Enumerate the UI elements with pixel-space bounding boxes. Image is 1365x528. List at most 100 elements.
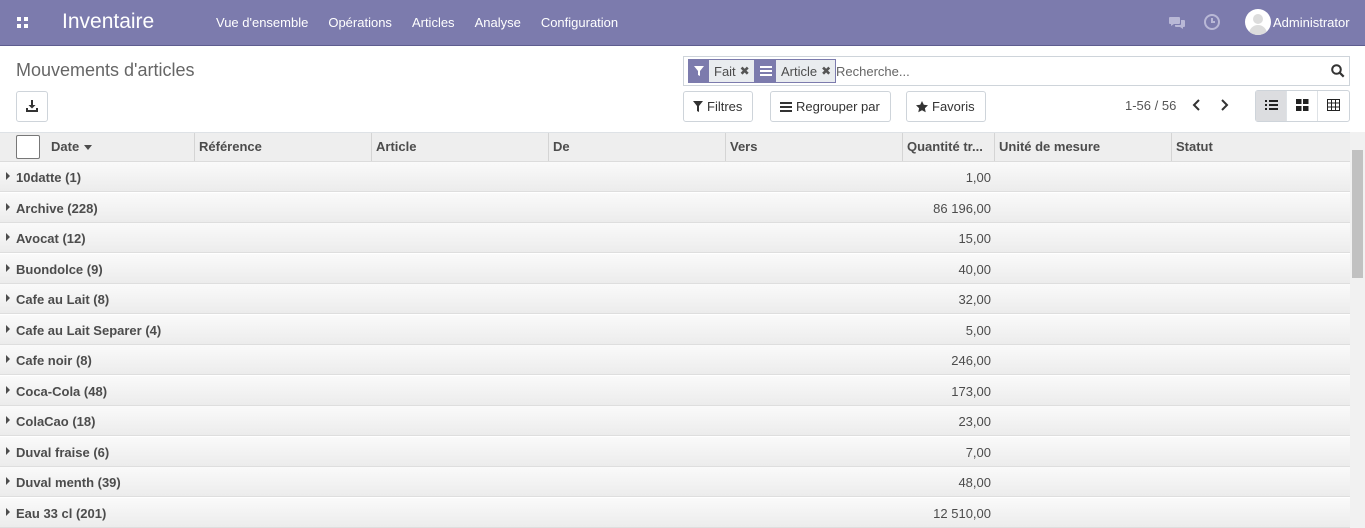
apps-icon[interactable]	[14, 14, 32, 32]
group-by-icon	[756, 60, 776, 82]
group-name: Cafe au Lait Separer (4)	[16, 323, 162, 338]
menu-item-analysis[interactable]: Analyse	[465, 0, 531, 46]
group-row[interactable]: Avocat (12) 15,00	[0, 223, 1350, 253]
search-icon[interactable]	[1331, 64, 1345, 78]
menu-item-operations[interactable]: Opérations	[318, 0, 402, 46]
filters-button[interactable]: Filtres	[683, 91, 754, 122]
group-by-label: Regrouper par	[796, 99, 880, 114]
group-row[interactable]: Eau 33 cl (201) 12 510,00	[0, 498, 1350, 528]
download-icon	[26, 100, 38, 112]
bars-icon	[780, 101, 792, 112]
caret-right-icon	[6, 416, 10, 424]
group-name: Eau 33 cl (201)	[16, 506, 107, 521]
kanban-icon	[1296, 99, 1309, 111]
group-row[interactable]: 10datte (1) 1,00	[0, 162, 1350, 192]
group-quantity: 48,00	[958, 475, 991, 490]
favorites-button[interactable]: Favoris	[906, 91, 986, 122]
facet-groupby-remove-icon[interactable]: ✖	[821, 64, 835, 78]
table-header: Date Référence Article De Vers Quantité …	[0, 133, 1350, 162]
group-name: Cafe au Lait (8)	[16, 292, 110, 307]
group-quantity: 40,00	[958, 262, 991, 277]
column-date-label: Date	[51, 139, 80, 154]
scrollbar-thumb[interactable]	[1352, 150, 1363, 278]
group-quantity: 12 510,00	[933, 506, 991, 521]
facet-filter-label: Fait	[714, 63, 736, 79]
caret-right-icon	[6, 508, 10, 516]
group-row[interactable]: Coca-Cola (48) 173,00	[0, 376, 1350, 406]
page-title: Mouvements d'articles	[16, 60, 195, 80]
column-status[interactable]: Statut	[1171, 133, 1350, 161]
group-row[interactable]: Cafe noir (8) 246,00	[0, 345, 1350, 375]
group-row[interactable]: Duval fraise (6) 7,00	[0, 437, 1350, 467]
group-quantity: 246,00	[951, 353, 991, 368]
menu-item-overview[interactable]: Vue d'ensemble	[206, 0, 318, 46]
app-title[interactable]: Inventaire	[62, 10, 154, 34]
column-unit[interactable]: Unité de mesure	[994, 133, 1171, 161]
column-reference[interactable]: Référence	[194, 133, 371, 161]
pager-value[interactable]: 1-56 / 56	[1125, 98, 1176, 113]
group-row[interactable]: ColaCao (18) 23,00	[0, 406, 1350, 436]
group-by-button[interactable]: Regrouper par	[770, 91, 891, 122]
filter-icon	[689, 60, 709, 82]
caret-right-icon	[6, 477, 10, 485]
main-menu: Vue d'ensemble Opérations Articles Analy…	[206, 0, 628, 46]
facet-filter: Fait ✖	[688, 59, 755, 83]
column-article[interactable]: Article	[371, 133, 548, 161]
column-to[interactable]: Vers	[725, 133, 902, 161]
export-button[interactable]	[16, 91, 48, 122]
caret-right-icon	[6, 203, 10, 211]
list-view-button[interactable]	[1256, 91, 1287, 121]
pager-previous-icon[interactable]	[1190, 97, 1204, 113]
chat-icon[interactable]	[1168, 13, 1186, 31]
menu-item-configuration[interactable]: Configuration	[531, 0, 628, 46]
group-row[interactable]: Buondolce (9) 40,00	[0, 254, 1350, 284]
view-switcher	[1255, 90, 1350, 122]
group-name: Duval fraise (6)	[16, 445, 110, 460]
select-all-checkbox[interactable]	[16, 135, 40, 159]
column-from[interactable]: De	[548, 133, 725, 161]
caret-right-icon	[6, 325, 10, 333]
filter-icon	[693, 101, 703, 112]
favorites-label: Favoris	[932, 99, 975, 114]
group-quantity: 32,00	[958, 292, 991, 307]
top-navbar: Inventaire Vue d'ensemble Opérations Art…	[0, 0, 1365, 46]
avatar[interactable]	[1245, 9, 1271, 35]
group-name: Coca-Cola (48)	[16, 384, 108, 399]
star-icon	[916, 100, 928, 112]
group-quantity: 15,00	[958, 231, 991, 246]
caret-right-icon	[6, 355, 10, 363]
caret-right-icon	[6, 172, 10, 180]
group-row[interactable]: Cafe au Lait Separer (4) 5,00	[0, 315, 1350, 345]
column-quantity[interactable]: Quantité tr...	[902, 133, 994, 161]
search-bar: Fait ✖ Article ✖	[683, 56, 1350, 86]
column-date[interactable]: Date	[47, 133, 194, 161]
pivot-view-button[interactable]	[1318, 91, 1349, 121]
menu-item-articles[interactable]: Articles	[402, 0, 465, 46]
caret-right-icon	[6, 386, 10, 394]
sort-descending-icon	[84, 145, 93, 151]
list-table: Date Référence Article De Vers Quantité …	[0, 132, 1350, 528]
group-name: Avocat (12)	[16, 231, 86, 246]
facet-groupby: Article ✖	[755, 59, 837, 83]
group-name: Cafe noir (8)	[16, 353, 92, 368]
search-input[interactable]	[836, 62, 1306, 80]
facet-groupby-label: Article	[781, 63, 818, 79]
group-name: ColaCao (18)	[16, 414, 96, 429]
group-row[interactable]: Duval menth (39) 48,00	[0, 467, 1350, 497]
group-quantity: 5,00	[965, 323, 991, 338]
clock-icon[interactable]	[1203, 13, 1221, 31]
pager-next-icon[interactable]	[1217, 97, 1231, 113]
caret-right-icon	[6, 233, 10, 241]
user-menu[interactable]: Administrator	[1273, 15, 1350, 30]
scrollbar[interactable]	[1350, 132, 1365, 528]
group-name: Archive (228)	[16, 201, 98, 216]
group-row[interactable]: Archive (228) 86 196,00	[0, 193, 1350, 223]
kanban-view-button[interactable]	[1287, 91, 1318, 121]
filters-label: Filtres	[707, 99, 743, 114]
group-row[interactable]: Cafe au Lait (8) 32,00	[0, 284, 1350, 314]
facet-filter-remove-icon[interactable]: ✖	[740, 64, 754, 78]
group-name: Buondolce (9)	[16, 262, 103, 277]
list-icon	[1265, 100, 1278, 110]
group-quantity: 1,00	[965, 170, 991, 185]
group-quantity: 23,00	[958, 414, 991, 429]
